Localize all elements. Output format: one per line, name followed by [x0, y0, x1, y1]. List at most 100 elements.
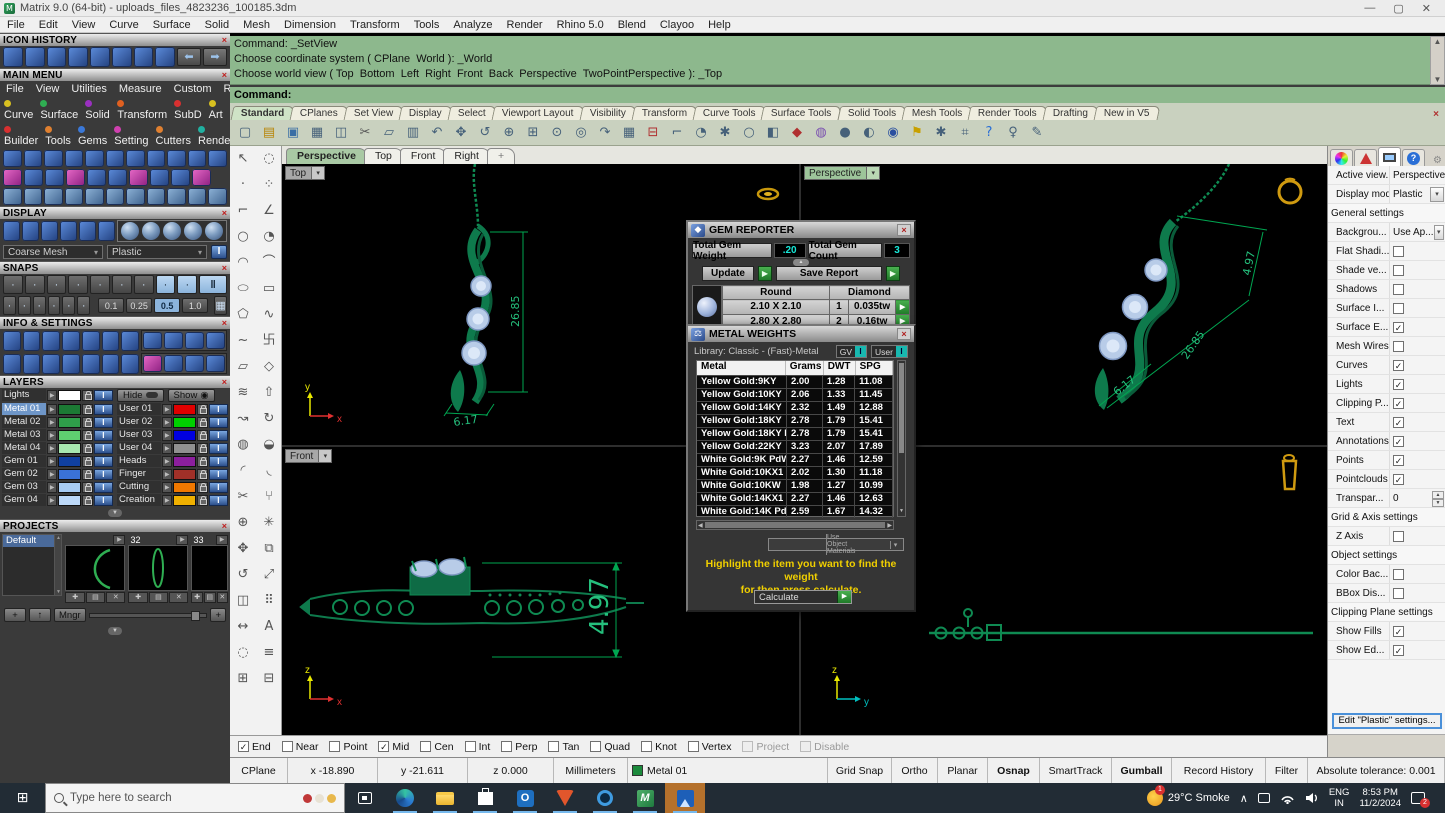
pan-hand-icon[interactable]: ✥: [450, 122, 472, 143]
layer-label[interactable]: User 02: [117, 416, 162, 428]
arc-3pt-icon[interactable]: ⌒: [256, 250, 282, 276]
add-icon[interactable]: ✚: [128, 592, 148, 603]
explode-tool-icon[interactable]: ✳: [256, 510, 282, 536]
toolbar-tab-display[interactable]: Display: [398, 106, 453, 120]
save-report-button[interactable]: Save Report: [776, 266, 882, 281]
layer-toggle[interactable]: I: [93, 468, 113, 480]
layer-label[interactable]: Metal 04: [2, 442, 47, 454]
checkbox-checked[interactable]: ✓: [1393, 454, 1404, 466]
layer-color-swatch[interactable]: [57, 468, 82, 480]
scissors-cut-icon[interactable]: ✂: [354, 122, 376, 143]
split-tool-icon[interactable]: ⑂: [256, 484, 282, 510]
snap-value-0-25[interactable]: 0.25: [126, 298, 153, 313]
menu-solid[interactable]: Solid: [198, 19, 236, 31]
layer-row-metal-01[interactable]: Metal 01 ▶ I: [2, 403, 113, 415]
snap-concentric-icon[interactable]: ·: [133, 275, 154, 294]
viewport-colors-icon[interactable]: [98, 221, 115, 241]
menu-file[interactable]: File: [0, 19, 32, 31]
prop-transpar[interactable]: Transpar... 0 ▲ ▼: [1328, 489, 1445, 508]
status-absolute-tolerance-0-001[interactable]: Absolute tolerance: 0.001: [1308, 758, 1445, 783]
gem-select-icon[interactable]: [87, 169, 106, 186]
layer-color-swatch[interactable]: [172, 468, 197, 480]
metal-weights-table[interactable]: Metal Grams DWT SPG Yellow Gold:9KY 2.00 1.28 1…: [696, 360, 894, 518]
clock[interactable]: 8:53 PM 11/2/2024: [1359, 787, 1401, 809]
task-view[interactable]: [345, 783, 385, 813]
toolbar-tab-set-view[interactable]: Set View: [343, 106, 404, 120]
chamfer-tool-icon[interactable]: ◟: [256, 458, 282, 484]
command-history[interactable]: Command: _SetView Choose coordinate syste…: [230, 36, 1430, 85]
menu-edit[interactable]: Edit: [32, 19, 65, 31]
snap-tan-on-icon[interactable]: ·: [155, 275, 176, 294]
ring-band-icon[interactable]: [44, 150, 63, 167]
layer-tool-icon[interactable]: ≡: [256, 640, 282, 666]
selection-brush-icon[interactable]: ◌: [256, 146, 282, 172]
menu-blend[interactable]: Blend: [611, 19, 653, 31]
viewport-top-label[interactable]: Top ▾: [285, 166, 326, 180]
snap-point-icon[interactable]: ·: [46, 275, 67, 294]
prop-pointclouds[interactable]: Pointclouds ✓: [1328, 470, 1445, 489]
osnap-tan[interactable]: Tan: [548, 741, 579, 753]
toolbar-tab-select[interactable]: Select: [447, 106, 497, 120]
spin-up-icon[interactable]: ▲: [1432, 490, 1444, 499]
viewport-perspective-label[interactable]: Perspective ▾: [804, 166, 881, 180]
undo-icon[interactable]: ↶: [426, 122, 448, 143]
category-render[interactable]: Render: [198, 123, 230, 147]
checkbox-unchecked[interactable]: [1393, 340, 1404, 352]
polygon-tool-icon[interactable]: ⬠: [230, 302, 256, 328]
checkbox-checked[interactable]: ✓: [378, 741, 390, 752]
toolbar-tab-surface-tools[interactable]: Surface Tools: [760, 106, 843, 120]
start-button[interactable]: ⊞: [0, 783, 45, 813]
arc-blend-icon[interactable]: [23, 188, 43, 205]
delete-icon[interactable]: ✕: [169, 592, 189, 603]
layer-toggle[interactable]: I: [93, 416, 113, 428]
thumbnail-play-icon[interactable]: ▶: [216, 534, 228, 545]
project-item-default[interactable]: Default: [3, 535, 62, 547]
scroll-left-icon[interactable]: ◀: [698, 522, 703, 529]
layer-toggle[interactable]: I: [208, 442, 228, 454]
sphere-blue-icon[interactable]: [41, 221, 58, 241]
status-ortho[interactable]: Ortho: [892, 758, 938, 783]
osnap-vertex[interactable]: Vertex: [687, 741, 731, 753]
layer-label[interactable]: Gem 04: [2, 494, 47, 506]
layer-row-finger[interactable]: Finger ▶ I: [117, 468, 228, 480]
mesh-mode-dropdown[interactable]: Coarse Mesh ▾: [3, 245, 103, 259]
torus-icon[interactable]: [3, 150, 22, 167]
layer-label[interactable]: Metal 02: [2, 416, 47, 428]
prop-lights[interactable]: Lights ✓: [1328, 375, 1445, 394]
layer-color-swatch[interactable]: [57, 494, 82, 506]
snap-master-toggle[interactable]: ‖: [199, 275, 228, 294]
menu-render[interactable]: Render: [500, 19, 550, 31]
category-subd[interactable]: SubD: [174, 97, 202, 121]
arc-tool-icon[interactable]: ◠: [230, 250, 256, 276]
slider-handle[interactable]: [191, 610, 201, 621]
expand-icon[interactable]: ▶: [162, 429, 172, 441]
layer-toggle[interactable]: I: [93, 442, 113, 454]
planar-line-icon[interactable]: ·: [32, 296, 46, 315]
status-x-18-890[interactable]: x -18.890: [288, 758, 378, 783]
expand-icon[interactable]: ▶: [162, 416, 172, 428]
layer-label[interactable]: Heads: [117, 455, 162, 467]
snapshot-tool-icon[interactable]: ⌗: [954, 122, 976, 143]
prong-builder-icon[interactable]: [90, 47, 110, 67]
menu-transform[interactable]: Transform: [343, 19, 407, 31]
display-toggle-button[interactable]: I: [211, 245, 227, 259]
category-surface[interactable]: Surface: [40, 97, 78, 121]
history-teal-icon[interactable]: [185, 355, 205, 372]
boolean-difference-icon[interactable]: ◒: [256, 432, 282, 458]
metal-weights-titlebar[interactable]: ⚖ METAL WEIGHTS ×: [688, 326, 914, 342]
layout-tool-icon[interactable]: [171, 169, 190, 186]
flow-arrow-icon[interactable]: [126, 188, 145, 205]
file-explorer[interactable]: [425, 783, 465, 813]
notes-edit-icon[interactable]: ✎: [1026, 122, 1048, 143]
layer-toggle[interactable]: I: [93, 389, 113, 401]
checkbox-unchecked[interactable]: [548, 741, 560, 752]
prop-flat-shadi[interactable]: Flat Shadi...: [1328, 242, 1445, 261]
mat-sphere-3-icon[interactable]: [163, 222, 181, 240]
cube-array-icon[interactable]: [3, 188, 22, 205]
split-mirror-icon[interactable]: [64, 188, 84, 205]
layer-color-swatch[interactable]: [172, 429, 197, 441]
notification-center[interactable]: 2: [1411, 792, 1430, 808]
layer-color-swatch[interactable]: [172, 442, 197, 454]
scroll-down-icon[interactable]: ▼: [1434, 75, 1442, 84]
bail-tool-icon[interactable]: [111, 47, 132, 67]
